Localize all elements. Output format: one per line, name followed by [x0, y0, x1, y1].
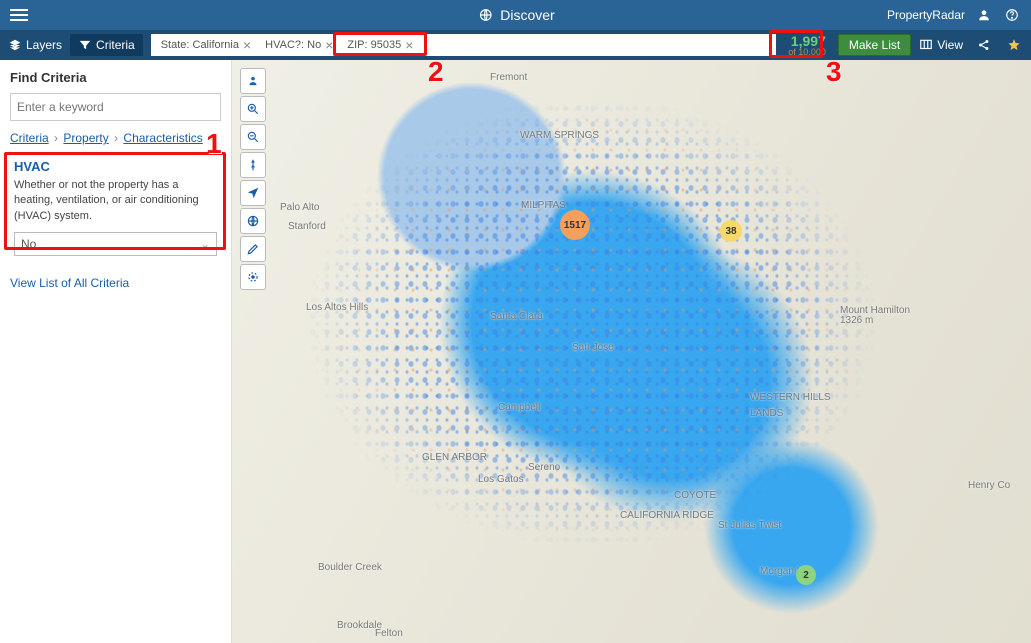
map-cluster-marker[interactable]: 1517: [560, 210, 590, 240]
person-pin-icon[interactable]: [240, 68, 266, 94]
breadcrumb-property[interactable]: Property: [63, 131, 108, 145]
map-canvas[interactable]: FremontStanfordMILPITASSanta ClaraSan Jo…: [232, 60, 1031, 643]
chevron-down-icon: ⌄: [200, 237, 210, 251]
chip-close-icon[interactable]: ×: [243, 37, 251, 53]
criteria-label: Criteria: [96, 38, 135, 52]
chip-close-icon[interactable]: ×: [405, 37, 413, 53]
zoom-in-icon[interactable]: [240, 96, 266, 122]
page-title: Discover: [476, 6, 554, 24]
criteria-search-input[interactable]: [10, 93, 221, 121]
location-arrow-icon[interactable]: [240, 180, 266, 206]
chip-state[interactable]: State: California ×: [155, 35, 257, 55]
zoom-out-icon[interactable]: [240, 124, 266, 150]
map-cluster-marker[interactable]: 2: [796, 565, 816, 585]
globe-icon: [476, 6, 494, 24]
brand-label: PropertyRadar: [887, 8, 965, 22]
chip-label: ZIP: 95035: [347, 39, 401, 51]
make-list-button[interactable]: Make List: [838, 34, 911, 56]
view-all-criteria-link[interactable]: View List of All Criteria: [10, 276, 129, 290]
page-title-text: Discover: [500, 7, 554, 23]
target-refresh-icon[interactable]: [240, 264, 266, 290]
view-button[interactable]: View: [919, 38, 963, 52]
criterion-description: Whether or not the property has a heatin…: [14, 178, 217, 224]
chip-close-icon[interactable]: ×: [325, 37, 333, 53]
star-icon[interactable]: [1005, 36, 1023, 54]
share-icon[interactable]: [975, 36, 993, 54]
chip-hvac[interactable]: HVAC?: No ×: [259, 35, 339, 55]
count-number: 1,997: [788, 34, 826, 48]
hamburger-menu-icon[interactable]: [10, 9, 28, 21]
find-criteria-heading: Find Criteria: [10, 70, 221, 85]
view-label: View: [937, 38, 963, 52]
breadcrumb-characteristics[interactable]: Characteristics: [123, 131, 202, 145]
globe-tool-icon[interactable]: [240, 208, 266, 234]
criteria-sidebar: Find Criteria Criteria › Property › Char…: [0, 60, 232, 643]
chip-zip[interactable]: ZIP: 95035 ×: [341, 35, 419, 55]
map-tools: [240, 68, 266, 290]
filter-toolbar: Layers Criteria State: California × HVAC…: [0, 30, 1031, 60]
pencil-icon[interactable]: [240, 236, 266, 262]
layers-button[interactable]: Layers: [8, 38, 62, 52]
criteria-breadcrumbs: Criteria › Property › Characteristics: [10, 131, 221, 145]
criterion-value: No: [21, 237, 36, 251]
result-count: 1,997 of 10,000: [784, 34, 830, 57]
active-filters-bar: State: California × HVAC?: No × ZIP: 950…: [151, 34, 777, 56]
pin-icon[interactable]: [240, 152, 266, 178]
top-bar: Discover PropertyRadar: [0, 0, 1031, 30]
breadcrumb-sep: ›: [52, 131, 60, 145]
chip-label: State: California: [161, 39, 239, 51]
breadcrumb-sep: ›: [112, 131, 120, 145]
breadcrumb-criteria[interactable]: Criteria: [10, 131, 49, 145]
layers-label: Layers: [26, 38, 62, 52]
main-content: Find Criteria Criteria › Property › Char…: [0, 60, 1031, 643]
user-icon[interactable]: [975, 6, 993, 24]
criteria-button[interactable]: Criteria: [70, 34, 143, 56]
help-icon[interactable]: [1003, 6, 1021, 24]
chip-label: HVAC?: No: [265, 39, 321, 51]
criterion-select[interactable]: No ⌄: [14, 232, 217, 256]
count-of: of 10,000: [788, 48, 826, 57]
map-cluster-marker[interactable]: 38: [720, 220, 742, 242]
criterion-panel: HVAC Whether or not the property has a h…: [10, 153, 221, 262]
map-background: [232, 60, 1031, 643]
criterion-title: HVAC: [14, 159, 217, 174]
